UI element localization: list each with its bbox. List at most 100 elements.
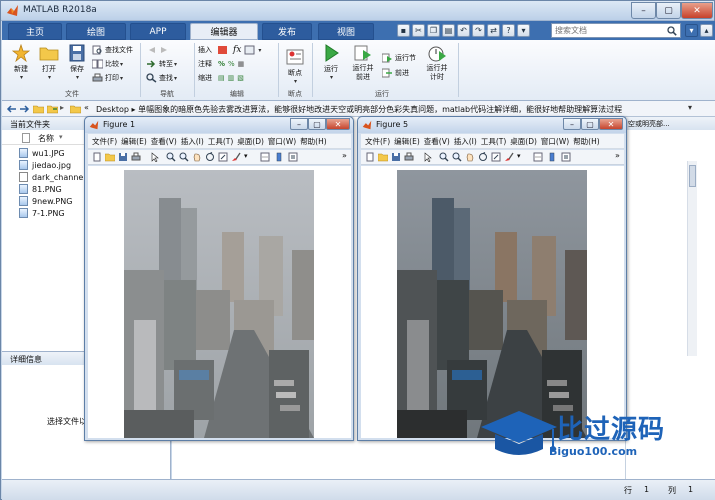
run-and-advance-button[interactable]: 运行并 前进 <box>348 44 378 82</box>
decrease-indent-icon[interactable]: ▧ <box>237 74 244 82</box>
tab-editor[interactable]: 编辑器 <box>190 23 258 40</box>
list-item[interactable]: wu1.JPG <box>19 147 65 159</box>
filter-icon[interactable]: ▾ <box>685 24 698 37</box>
list-item[interactable]: 7-1.PNG <box>19 207 65 219</box>
vertical-scrollbar[interactable] <box>687 161 697 356</box>
quick-paste-icon[interactable]: ▤ <box>442 24 455 37</box>
brush-dropdown-icon[interactable]: ▾ <box>517 152 521 160</box>
menu-view[interactable]: 查看(V) <box>424 136 450 147</box>
pan-hand-icon[interactable] <box>465 152 475 162</box>
advance-button[interactable]: 前进 <box>382 67 409 79</box>
search-icon[interactable] <box>667 26 677 36</box>
pan-hand-icon[interactable] <box>192 152 202 162</box>
quick-settings-icon[interactable]: ▾ <box>517 24 530 37</box>
nav-back-icon[interactable] <box>146 44 172 56</box>
list-item[interactable]: dark_channel <box>19 171 86 183</box>
collapse-ribbon-icon[interactable]: ▴ <box>700 24 713 37</box>
menu-edit[interactable]: 编辑(E) <box>394 136 420 147</box>
maximize-button[interactable]: ▢ <box>656 2 681 19</box>
insert-colorbar-icon[interactable] <box>274 152 284 162</box>
menu-window[interactable]: 窗口(W) <box>268 136 296 147</box>
comment-percent-icon[interactable]: % <box>218 60 225 68</box>
insert-colorbar-icon[interactable] <box>547 152 557 162</box>
insert-legend-icon[interactable] <box>561 152 571 162</box>
menu-file[interactable]: 文件(F) <box>365 136 390 147</box>
save-figure-icon[interactable] <box>391 152 401 162</box>
figure-title-bar[interactable]: Figure 5 – ▢ ✕ <box>358 117 626 133</box>
zoom-in-icon[interactable] <box>439 152 449 162</box>
brush-icon[interactable] <box>504 152 514 162</box>
quick-copy-icon[interactable]: ❐ <box>427 24 440 37</box>
new-button[interactable]: 新建 ▾ <box>8 44 34 81</box>
print-button[interactable]: 打印 ▾ <box>92 72 123 84</box>
quick-save-icon[interactable]: ▪ <box>397 24 410 37</box>
compare-button[interactable]: 比较 ▾ <box>92 58 123 70</box>
back-arrow-icon[interactable] <box>6 104 17 114</box>
comment-button[interactable]: 注释 % % ▦ <box>198 58 244 70</box>
data-cursor-icon[interactable] <box>218 152 228 162</box>
figure-maximize-button[interactable]: ▢ <box>308 118 326 130</box>
brush-icon[interactable] <box>231 152 241 162</box>
open-file-icon[interactable] <box>105 152 115 162</box>
insert-legend-icon[interactable] <box>288 152 298 162</box>
smart-indent-icon[interactable]: ▤ <box>218 74 225 82</box>
scrollbar-thumb[interactable] <box>689 165 696 187</box>
rotate-3d-icon[interactable] <box>205 152 215 162</box>
run-section-button[interactable]: 运行节 <box>382 52 416 64</box>
menu-tools[interactable]: 工具(T) <box>481 136 506 147</box>
menu-help[interactable]: 帮助(H) <box>300 136 327 147</box>
run-and-time-button[interactable]: 运行并 计时 <box>422 44 452 82</box>
quick-redo-icon[interactable]: ↷ <box>472 24 485 37</box>
run-button[interactable]: 运行 ▾ <box>318 44 344 81</box>
tab-publish[interactable]: 发布 <box>262 23 312 40</box>
zoom-in-icon[interactable] <box>166 152 176 162</box>
find-files-button[interactable]: 查找文件 <box>92 44 133 56</box>
toolbar-overflow-icon[interactable]: » <box>342 151 347 160</box>
figure-close-button[interactable]: ✕ <box>599 118 623 130</box>
figure-maximize-button[interactable]: ▢ <box>581 118 599 130</box>
path-history-dropdown-icon[interactable]: ▾ <box>688 103 692 112</box>
menu-file[interactable]: 文件(F) <box>92 136 117 147</box>
menu-insert[interactable]: 插入(I) <box>181 136 204 147</box>
rotate-3d-icon[interactable] <box>478 152 488 162</box>
zoom-out-icon[interactable] <box>452 152 462 162</box>
breakpoints-button[interactable]: 断点 ▾ <box>282 48 308 85</box>
menu-view[interactable]: 查看(V) <box>151 136 177 147</box>
increase-indent-icon[interactable]: ▥ <box>228 74 235 82</box>
figure-title-bar[interactable]: Figure 1 – ▢ ✕ <box>85 117 353 133</box>
zoom-out-icon[interactable] <box>179 152 189 162</box>
save-figure-icon[interactable] <box>118 152 128 162</box>
list-item[interactable]: jiedao.jpg <box>19 159 71 171</box>
print-figure-icon[interactable] <box>404 152 414 162</box>
menu-window[interactable]: 窗口(W) <box>541 136 569 147</box>
function-fx-icon[interactable]: fx <box>233 45 241 55</box>
quick-switch-icon[interactable]: ⇄ <box>487 24 500 37</box>
open-button[interactable]: 打开 ▾ <box>36 44 62 81</box>
new-figure-icon[interactable] <box>92 152 102 162</box>
edit-plot-arrow-icon[interactable] <box>150 152 160 162</box>
edit-plot-arrow-icon[interactable] <box>423 152 433 162</box>
goto-button[interactable]: 转至 ▾ <box>146 58 177 70</box>
list-item[interactable]: 81.PNG <box>19 183 62 195</box>
browse-folder-icon[interactable] <box>47 104 58 114</box>
figure-minimize-button[interactable]: – <box>563 118 581 130</box>
path-dropdown-icon[interactable]: ▸ <box>60 103 64 112</box>
save-button[interactable]: 保存 ▾ <box>64 44 90 81</box>
menu-insert[interactable]: 插入(I) <box>454 136 477 147</box>
menu-help[interactable]: 帮助(H) <box>573 136 600 147</box>
wrap-comment-icon[interactable]: ▦ <box>238 60 245 68</box>
tab-view[interactable]: 视图 <box>318 23 374 40</box>
close-button[interactable]: ✕ <box>681 2 713 19</box>
menu-desktop[interactable]: 桌面(D) <box>237 136 264 147</box>
new-figure-icon[interactable] <box>365 152 375 162</box>
quick-help-icon[interactable]: ? <box>502 24 515 37</box>
tab-home[interactable]: 主页 <box>8 23 62 40</box>
figure-canvas[interactable] <box>88 166 351 438</box>
insert-button[interactable]: 插入 fx ▾ <box>198 44 261 56</box>
quick-cut-icon[interactable]: ✂ <box>412 24 425 37</box>
toolbar-overflow-icon[interactable]: » <box>615 151 620 160</box>
menu-edit[interactable]: 编辑(E) <box>121 136 147 147</box>
figure-1-window[interactable]: Figure 1 – ▢ ✕ 文件(F) 编辑(E) 查看(V) 插入(I) 工… <box>84 116 354 441</box>
open-file-icon[interactable] <box>378 152 388 162</box>
find-button[interactable]: 查找 ▾ <box>146 72 177 84</box>
